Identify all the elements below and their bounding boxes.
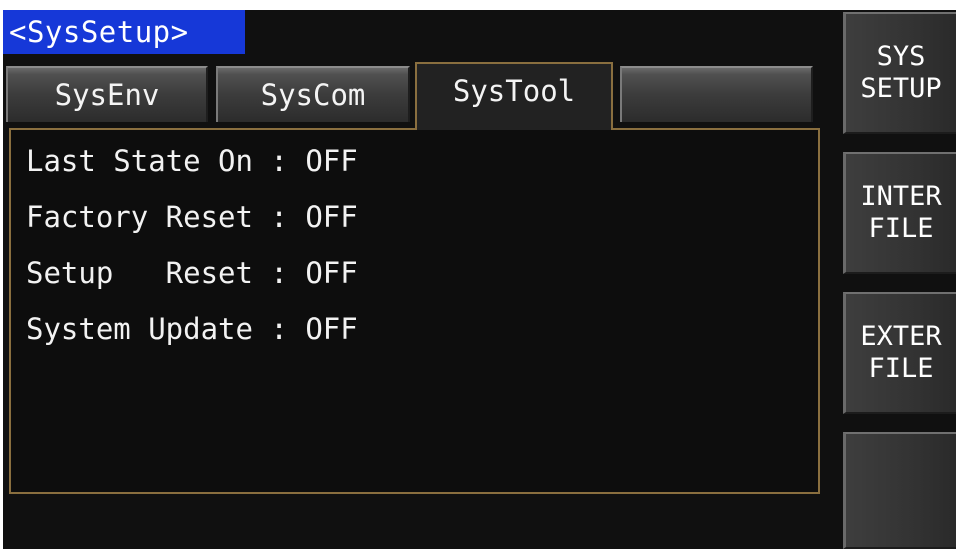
- tab-systool[interactable]: SysTool: [415, 62, 613, 130]
- page-title: <SysSetup>: [3, 10, 245, 54]
- systool-panel: Last State On : OFF Factory Reset : OFF …: [9, 128, 820, 494]
- setting-factory-reset[interactable]: Factory Reset : OFF: [26, 200, 358, 234]
- softkey-empty[interactable]: [843, 432, 956, 549]
- tab-sysenv[interactable]: SysEnv: [6, 66, 208, 122]
- top-bezel: [0, 0, 956, 10]
- softkey-exter-file-line2: FILE: [868, 353, 934, 384]
- softkey-exter-file[interactable]: EXTER FILE: [843, 292, 956, 414]
- instrument-screen: <SysSetup> SysEnv SysCom SysTool Last St…: [0, 0, 956, 549]
- left-bezel: [0, 0, 3, 549]
- setting-setup-reset[interactable]: Setup Reset : OFF: [26, 256, 358, 290]
- softkey-sys-setup-line2: SETUP: [860, 73, 942, 104]
- softkey-inter-file-line2: FILE: [868, 213, 934, 244]
- softkey-exter-file-line1: EXTER: [860, 321, 942, 352]
- setting-system-update[interactable]: System Update : OFF: [26, 312, 358, 346]
- tab-syscom[interactable]: SysCom: [216, 66, 410, 122]
- setting-last-state-on[interactable]: Last State On : OFF: [26, 144, 358, 178]
- softkey-sys-setup-line1: SYS: [876, 41, 926, 72]
- softkey-inter-file-line1: INTER: [860, 181, 942, 212]
- softkey-sys-setup[interactable]: SYS SETUP: [843, 12, 956, 134]
- tab-empty[interactable]: [620, 66, 813, 122]
- softkey-inter-file[interactable]: INTER FILE: [843, 152, 956, 274]
